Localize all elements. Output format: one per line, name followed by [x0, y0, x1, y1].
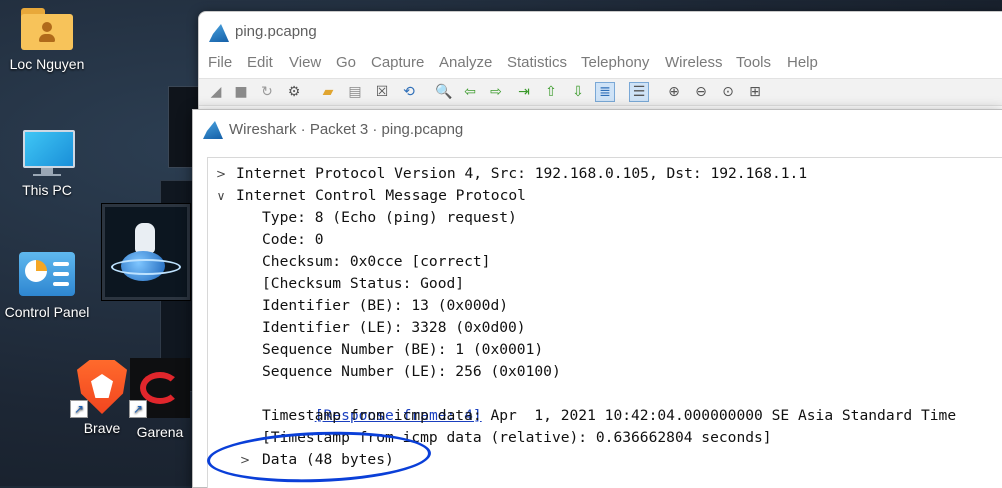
wireshark-fin-icon: [203, 121, 223, 139]
tree-row-response-frame[interactable]: [Response frame: 4]: [262, 383, 482, 424]
shortcut-arrow-icon: ↗: [70, 400, 88, 418]
find-packet-magnifier-icon[interactable]: 🔍: [435, 83, 453, 101]
tree-row-sequence-be[interactable]: Sequence Number (BE): 1 (0x0001): [262, 339, 543, 361]
zoom-out-icon[interactable]: ⊖: [692, 83, 710, 101]
menu-file[interactable]: File: [208, 54, 232, 71]
close-file-icon[interactable]: ☒: [373, 83, 391, 101]
tree-row-checksum-status[interactable]: [Checksum Status: Good]: [262, 273, 464, 295]
colorize-icon[interactable]: ☰: [629, 82, 649, 102]
go-to-packet-icon[interactable]: ⇥: [515, 83, 533, 101]
zoom-in-icon[interactable]: ⊕: [665, 83, 683, 101]
stop-capture-icon[interactable]: ■: [232, 83, 250, 101]
astronaut-app-icon[interactable]: [102, 204, 190, 300]
tree-row-type[interactable]: Type: 8 (Echo (ping) request): [262, 207, 517, 229]
tree-row-icmp[interactable]: Internet Control Message Protocol: [236, 185, 526, 207]
menu-go[interactable]: Go: [336, 54, 356, 71]
restart-capture-icon[interactable]: ↻: [258, 83, 276, 101]
desktop-icon-label: Loc Nguyen: [9, 56, 85, 72]
user-folder-icon: [21, 8, 73, 50]
tree-row-code[interactable]: Code: 0: [262, 229, 324, 251]
open-file-folder-icon[interactable]: ▰: [319, 83, 337, 101]
resize-columns-icon[interactable]: ⊞: [746, 83, 764, 101]
desktop-icon-user-folder[interactable]: Loc Nguyen: [0, 8, 95, 72]
monitor-icon: [21, 130, 75, 176]
desktop-icon-this-pc[interactable]: This PC: [0, 130, 95, 198]
menu-bar: File Edit View Go Capture Analyze Statis…: [199, 54, 1002, 76]
tree-row-identifier-be[interactable]: Identifier (BE): 13 (0x000d): [262, 295, 508, 317]
first-packet-icon[interactable]: ⇧: [542, 83, 560, 101]
go-forward-arrow-icon[interactable]: ⇨: [487, 83, 505, 101]
menu-tools[interactable]: Tools: [736, 54, 771, 71]
menu-edit[interactable]: Edit: [247, 54, 273, 71]
autoscroll-icon[interactable]: ≣: [595, 82, 615, 102]
tree-row-sequence-le[interactable]: Sequence Number (LE): 256 (0x0100): [262, 361, 561, 383]
menu-telephony[interactable]: Telephony: [581, 54, 649, 71]
menu-statistics[interactable]: Statistics: [507, 54, 567, 71]
tree-row-ipv4[interactable]: Internet Protocol Version 4, Src: 192.16…: [236, 163, 807, 185]
menu-help[interactable]: Help: [787, 54, 818, 71]
reload-file-icon[interactable]: ⟲: [400, 83, 418, 101]
start-capture-fin-icon[interactable]: ◢: [207, 83, 225, 101]
menu-analyze[interactable]: Analyze: [439, 54, 492, 71]
tree-row-identifier-le[interactable]: Identifier (LE): 3328 (0x0d00): [262, 317, 526, 339]
save-file-icon[interactable]: ▤: [346, 83, 364, 101]
tree-row-checksum[interactable]: Checksum: 0x0cce [correct]: [262, 251, 490, 273]
control-panel-icon: [19, 252, 75, 298]
expand-chevron-right-icon[interactable]: >: [214, 163, 228, 185]
dialog-title: Wireshark · Packet 3 · ping.pcapng: [229, 121, 464, 138]
zoom-normal-icon[interactable]: ⊙: [719, 83, 737, 101]
window-title: ping.pcapng: [235, 23, 317, 40]
shortcut-arrow-icon: ↗: [129, 400, 147, 418]
desktop-icon-label: Control Panel: [4, 304, 90, 320]
menu-capture[interactable]: Capture: [371, 54, 424, 71]
menu-wireless[interactable]: Wireless: [665, 54, 723, 71]
go-back-arrow-icon[interactable]: ⇦: [461, 83, 479, 101]
wireshark-fin-icon: [209, 24, 229, 42]
menu-view[interactable]: View: [289, 54, 321, 71]
desktop-icon-label: This PC: [22, 182, 72, 198]
main-toolbar: ◢ ■ ↻ ⚙ ▰ ▤ ☒ ⟲ 🔍 ⇦ ⇨ ⇥ ⇧ ⇩ ≣ ☰ ⊕ ⊖ ⊙ ⊞: [199, 78, 1002, 106]
desktop-icon-control-panel[interactable]: Control Panel: [0, 252, 95, 320]
title-bar: ping.pcapng: [199, 12, 1002, 52]
capture-options-gear-icon[interactable]: ⚙: [285, 83, 303, 101]
tree-row-timestamp[interactable]: Timestamp from icmp data: Apr 1, 2021 10…: [262, 405, 956, 427]
packet-details-dialog: Wireshark · Packet 3 · ping.pcapng > Int…: [192, 109, 1002, 488]
collapse-chevron-down-icon[interactable]: ∨: [214, 185, 228, 207]
last-packet-icon[interactable]: ⇩: [569, 83, 587, 101]
